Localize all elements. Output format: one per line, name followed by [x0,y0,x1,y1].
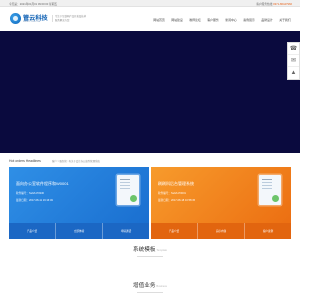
slogan: 专注于互联网产品开发及技术服务解决方案 [52,15,88,23]
main-nav: 网站首页 网站建设 教师论坛 客户服务 新闻中心 案例展示 品牌设计 关于我们 [150,18,294,22]
logo-icon[interactable] [10,13,21,24]
breadcrumb: Hot orders Headlines 客户 > 服务管 : 有关于会计办公软… [0,153,300,167]
request-call-button[interactable]: 申请通话 [103,223,149,239]
document-illustration-icon [259,175,281,205]
section-heading-templates: 系统模板Template [0,245,300,257]
phone-icon[interactable]: ☎ [288,43,299,55]
section-divider [137,255,163,257]
site-header: 管云科技 WWW.CYUN.COM 专注于互联网产品开发及技术服务解决方案 网站… [0,7,300,31]
nav-item-forum[interactable]: 教师论坛 [186,18,204,22]
product-card-body[interactable]: 刷刷科后台管理系统 软件编号：Su9A170001 最新日期：2017-08-1… [151,167,291,223]
section-subtitle: Template [156,249,167,252]
section-title: 增值业务 [133,283,156,289]
product-actions: 产品介绍 立即体验 申请通话 [9,223,149,239]
hotline-number[interactable]: 0371-86447966 [273,3,292,6]
date-text: 今天是：2021年01月01 09:00:00 星期五 [9,2,58,6]
product-actions: 产品介绍 演示内容 客户案例 [151,223,291,239]
intro-button[interactable]: 产品介绍 [9,223,56,239]
floating-side-toolbar: ☎ ✉ ▲ [287,42,300,80]
back-to-top-icon[interactable]: ▲ [288,67,299,79]
cases-button[interactable]: 客户案例 [245,223,291,239]
product-code: 软件编号：Su9A170001 [158,192,186,195]
service-hotline: 客户服务热线 0371-86447966 [256,2,292,6]
document-illustration-icon [117,175,139,205]
product-card: 刷刷科后台管理系统 软件编号：Su9A170001 最新日期：2017-08-1… [151,167,291,239]
product-code: 软件编号：Su9A170330 [16,192,44,195]
section-divider [137,291,163,293]
nav-item-cases[interactable]: 案例展示 [240,18,258,22]
nav-item-website[interactable]: 网站建设 [168,18,186,22]
nav-item-design[interactable]: 品牌设计 [258,18,276,22]
product-date: 最新日期：2017-08-18 16:58:45 [158,199,196,202]
logo-subtitle: WWW.CYUN.COM [23,20,41,23]
breadcrumb-path[interactable]: 客户 > 服务管 : 有关于会计办公软件管理系统 [52,159,100,163]
nav-item-news[interactable]: 新闻中心 [222,18,240,22]
product-title[interactable]: 面向办公室软件程序和W0001 [16,181,69,187]
section-subtitle: Business [156,285,167,288]
nav-item-home[interactable]: 网站首页 [150,18,168,22]
top-info-bar: 今天是：2021年01月01 09:00:00 星期五 客户服务热线 0371-… [0,0,300,7]
product-date: 最新日期：2017-08-11 16:16:49 [16,199,53,202]
intro-button[interactable]: 产品介绍 [151,223,198,239]
section-title: 系统模板 [133,247,156,253]
nav-item-service[interactable]: 客户服务 [204,18,222,22]
try-now-button[interactable]: 立即体验 [56,223,103,239]
headline-label: Hot orders Headlines [9,158,41,163]
demo-button[interactable]: 演示内容 [198,223,245,239]
hotline-label: 客户服务热线 [256,2,274,6]
product-title[interactable]: 刷刷科后台管理系统 [158,181,194,187]
nav-item-about[interactable]: 关于我们 [276,18,294,22]
product-card: 面向办公室软件程序和W0001 软件编号：Su9A170330 最新日期：201… [9,167,149,239]
mail-icon[interactable]: ✉ [288,55,299,67]
section-heading-business: 增值业务Business [0,281,300,293]
hero-banner[interactable] [0,31,300,153]
product-card-body[interactable]: 面向办公室软件程序和W0001 软件编号：Su9A170330 最新日期：201… [9,167,149,223]
